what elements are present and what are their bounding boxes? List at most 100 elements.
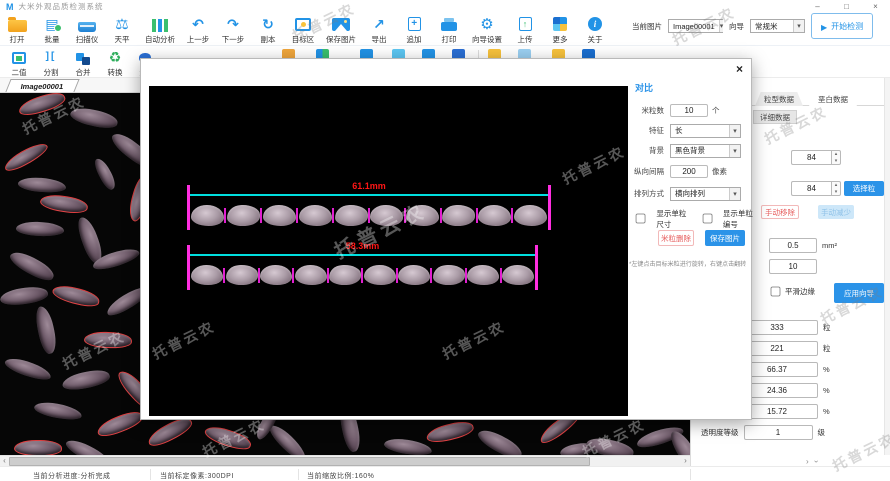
about-button[interactable]: 关于: [583, 15, 607, 45]
scroll-left-icon[interactable]: ‹: [0, 456, 9, 466]
grain-divider: [296, 208, 298, 223]
upload-doc-icon: [514, 15, 536, 33]
aligned-grain[interactable]: [225, 264, 258, 285]
aligned-grain[interactable]: [370, 205, 403, 226]
length-label-1: 61.1mm: [187, 181, 551, 191]
horizontal-scrollbar[interactable]: ‹ ›: [0, 455, 690, 466]
chevron-down-icon: [719, 20, 724, 32]
upload-button[interactable]: 上传: [513, 15, 537, 45]
tab-chalk-data[interactable]: 垩白数据: [809, 92, 857, 106]
convert-button[interactable]: 转换: [103, 48, 127, 78]
picture-icon: [330, 15, 352, 33]
show-number-checkbox[interactable]: [698, 214, 717, 224]
rice-grain: [585, 435, 635, 455]
scroll-down-icon[interactable]: ›: [812, 460, 821, 463]
current-image-label: 当前图片: [632, 21, 662, 32]
tab-grain-data[interactable]: 粒型数据: [755, 92, 803, 106]
open-button[interactable]: 打开: [5, 15, 29, 45]
wizard-select[interactable]: 常规米: [750, 19, 805, 33]
aligned-grain[interactable]: [432, 264, 465, 285]
threshold1-input[interactable]: [791, 150, 831, 165]
background-row: 背景 黑色背景: [628, 143, 753, 158]
aligned-grain[interactable]: [442, 204, 476, 226]
current-image-select[interactable]: Image00001: [668, 19, 723, 33]
min-area-unit: mm²: [822, 241, 837, 250]
wizard-settings-button[interactable]: 向导设置: [472, 15, 502, 45]
close-icon[interactable]: ×: [861, 0, 890, 13]
measure-endbar: [187, 185, 190, 230]
auto-analyze-button[interactable]: 自动分析: [145, 15, 175, 45]
more-button[interactable]: 更多: [548, 15, 572, 45]
redo-button[interactable]: 下一步: [221, 15, 245, 45]
feature-select[interactable]: 长: [670, 124, 741, 138]
aligned-grain[interactable]: [295, 265, 327, 285]
aligned-grain[interactable]: [191, 205, 224, 226]
aligned-grain[interactable]: [364, 265, 396, 285]
duplicate-button[interactable]: 副本: [256, 15, 280, 45]
balance-button[interactable]: 天平: [110, 15, 134, 45]
transparency-input[interactable]: [744, 425, 813, 440]
minimize-icon[interactable]: –: [803, 0, 832, 13]
aligned-grain[interactable]: [514, 205, 547, 226]
threshold2-input[interactable]: [791, 181, 831, 196]
apply-wizard-button[interactable]: 应用向导: [834, 283, 884, 303]
start-detect-button[interactable]: 开始检测: [811, 13, 873, 39]
binary-button[interactable]: 二值: [7, 48, 31, 78]
spacing-input[interactable]: [670, 165, 708, 178]
arrange-select[interactable]: 横向排列: [670, 187, 741, 201]
scrollbar-thumb[interactable]: [9, 457, 590, 466]
app-window: M 大米外观品质检测系统 – □ × 打开 批量 扫描仪 天平 自动分析 上一步…: [0, 0, 890, 481]
spinner-arrows[interactable]: [831, 181, 841, 196]
aligned-grain[interactable]: [467, 265, 499, 285]
param-input[interactable]: [769, 259, 817, 274]
target-area-button[interactable]: 目标区: [291, 15, 315, 45]
split-button[interactable]: 分割: [39, 48, 63, 78]
aligned-grain[interactable]: [329, 264, 362, 285]
merge-button[interactable]: 合并: [71, 48, 95, 78]
maximize-icon[interactable]: □: [832, 0, 861, 13]
aligned-grain[interactable]: [478, 205, 511, 226]
smooth-edge-label: 平滑边缘: [785, 286, 815, 297]
image-tab[interactable]: Image00001: [5, 79, 79, 92]
aligned-grain[interactable]: [227, 204, 261, 226]
balance-scale-icon: [111, 15, 133, 33]
calibration-status: 当前标定像素:300DPI: [160, 471, 234, 481]
print-button[interactable]: 打印: [437, 15, 461, 45]
aligned-grain[interactable]: [260, 265, 292, 285]
scroll-right-icon[interactable]: ›: [681, 456, 690, 466]
batch-button[interactable]: 批量: [40, 15, 64, 45]
spin-down-icon[interactable]: [832, 158, 840, 165]
panel-scrollbar[interactable]: [884, 78, 890, 455]
spinner-arrows[interactable]: [831, 150, 841, 165]
show-number-option: 显示单粒编号: [695, 208, 754, 230]
aligned-grain[interactable]: [406, 205, 439, 226]
aligned-grain[interactable]: [299, 205, 332, 226]
aligned-grain[interactable]: [398, 265, 430, 285]
show-size-checkbox[interactable]: [631, 214, 650, 224]
scroll-right-icon[interactable]: ›: [806, 457, 809, 466]
append-button[interactable]: 追加: [402, 15, 426, 45]
save-image-button[interactable]: 保存图片: [326, 15, 356, 45]
manual-reduce-button[interactable]: 手动减少: [818, 205, 854, 219]
panel-scroll-arrows[interactable]: ››: [806, 457, 817, 466]
select-grain-button[interactable]: 选择粒: [844, 181, 884, 196]
dialog-title: 对比: [635, 81, 653, 94]
detail-data-button[interactable]: 详细数据: [753, 110, 797, 124]
save-picture-button[interactable]: 保存图片: [705, 230, 745, 246]
aligned-grain[interactable]: [334, 204, 368, 226]
smooth-edge-checkbox[interactable]: [771, 287, 781, 297]
aligned-grain[interactable]: [191, 265, 223, 285]
grain-delete-button[interactable]: 米粒删除: [658, 230, 694, 246]
manual-remove-button[interactable]: 手动移除: [761, 205, 799, 219]
background-select[interactable]: 黑色背景: [670, 144, 741, 158]
export-button[interactable]: 导出: [367, 15, 391, 45]
grain-count-input[interactable]: [670, 104, 708, 117]
scanner-button[interactable]: 扫描仪: [75, 15, 99, 45]
comparison-image[interactable]: 61.1mm 58.3mm: [149, 86, 628, 416]
undo-button[interactable]: 上一步: [186, 15, 210, 45]
aligned-grain[interactable]: [263, 205, 296, 226]
min-area-input[interactable]: [769, 238, 817, 253]
aligned-grain[interactable]: [502, 265, 534, 285]
grain-count-row: 米粒数 个: [628, 103, 753, 118]
spin-down-icon[interactable]: [832, 189, 840, 196]
